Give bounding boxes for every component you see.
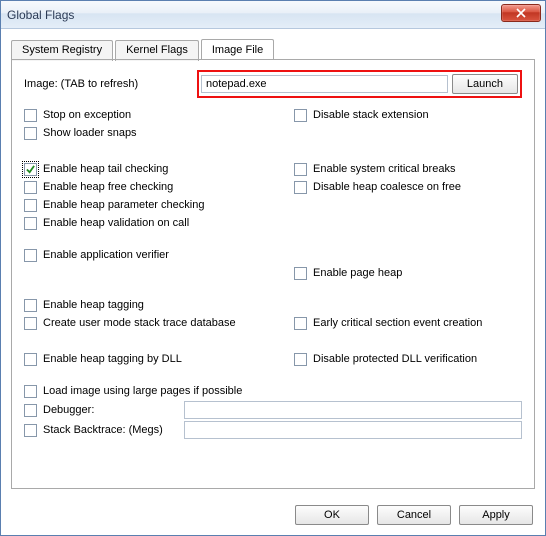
lbl-stack-backtrace: Stack Backtrace: (Megs) xyxy=(43,424,163,436)
tab-panel-image-file: Image: (TAB to refresh) Launch Stop on e… xyxy=(11,59,535,489)
cb-disable-stack-extension[interactable] xyxy=(294,109,307,122)
lbl-disable-heap-coalesce-on-free: Disable heap coalesce on free xyxy=(313,181,461,193)
lbl-enable-heap-parameter-checking: Enable heap parameter checking xyxy=(43,199,204,211)
cb-enable-heap-free-checking[interactable] xyxy=(24,181,37,194)
lbl-disable-protected-dll-verification: Disable protected DLL verification xyxy=(313,353,477,365)
cb-enable-heap-tagging[interactable] xyxy=(24,299,37,312)
cb-enable-heap-parameter-checking[interactable] xyxy=(24,199,37,212)
image-row: Image: (TAB to refresh) Launch xyxy=(24,70,522,98)
lbl-enable-heap-validation-on-call: Enable heap validation on call xyxy=(43,217,189,229)
lbl-early-critical-section-event-creation: Early critical section event creation xyxy=(313,317,482,329)
debugger-input[interactable] xyxy=(184,401,522,419)
lbl-create-user-mode-stack-trace-db: Create user mode stack trace database xyxy=(43,317,236,329)
image-highlight: Launch xyxy=(197,70,522,98)
lbl-stop-on-exception: Stop on exception xyxy=(43,109,131,121)
cb-stop-on-exception[interactable] xyxy=(24,109,37,122)
cb-early-critical-section-event-creation[interactable] xyxy=(294,317,307,330)
titlebar: Global Flags xyxy=(1,1,545,29)
lbl-load-image-large-pages: Load image using large pages if possible xyxy=(43,385,242,397)
lbl-enable-application-verifier: Enable application verifier xyxy=(43,249,169,261)
lbl-enable-heap-free-checking: Enable heap free checking xyxy=(43,181,173,193)
image-input[interactable] xyxy=(201,75,448,93)
tab-kernel-flags[interactable]: Kernel Flags xyxy=(115,40,199,61)
lbl-enable-page-heap: Enable page heap xyxy=(313,267,402,279)
close-icon xyxy=(516,8,526,18)
cb-show-loader-snaps[interactable] xyxy=(24,127,37,140)
ok-button[interactable]: OK xyxy=(295,505,369,525)
cb-enable-system-critical-breaks[interactable] xyxy=(294,163,307,176)
cb-enable-heap-validation-on-call[interactable] xyxy=(24,217,37,230)
cb-stack-backtrace[interactable] xyxy=(24,424,37,437)
cb-enable-heap-tail-checking[interactable] xyxy=(24,163,37,176)
close-button[interactable] xyxy=(501,4,541,22)
cb-disable-protected-dll-verification[interactable] xyxy=(294,353,307,366)
lbl-enable-heap-tagging-by-dll: Enable heap tagging by DLL xyxy=(43,353,182,365)
lbl-disable-stack-extension: Disable stack extension xyxy=(313,109,429,121)
cb-debugger[interactable] xyxy=(24,404,37,417)
cb-load-image-large-pages[interactable] xyxy=(24,385,37,398)
dialog-buttons: OK Cancel Apply xyxy=(295,505,533,525)
cb-create-user-mode-stack-trace-db[interactable] xyxy=(24,317,37,330)
window-body: System Registry Kernel Flags Image File … xyxy=(1,29,545,495)
cb-enable-page-heap[interactable] xyxy=(294,267,307,280)
lbl-debugger: Debugger: xyxy=(43,404,94,416)
stack-backtrace-input[interactable] xyxy=(184,421,522,439)
lbl-show-loader-snaps: Show loader snaps xyxy=(43,127,137,139)
tab-system-registry[interactable]: System Registry xyxy=(11,40,113,61)
launch-button[interactable]: Launch xyxy=(452,74,518,94)
global-flags-window: Global Flags System Registry Kernel Flag… xyxy=(0,0,546,536)
window-title: Global Flags xyxy=(7,8,74,22)
tab-strip: System Registry Kernel Flags Image File xyxy=(11,39,535,60)
cb-disable-heap-coalesce-on-free[interactable] xyxy=(294,181,307,194)
apply-button[interactable]: Apply xyxy=(459,505,533,525)
lbl-enable-system-critical-breaks: Enable system critical breaks xyxy=(313,163,455,175)
cancel-button[interactable]: Cancel xyxy=(377,505,451,525)
image-label: Image: (TAB to refresh) xyxy=(24,78,197,90)
lbl-enable-heap-tagging: Enable heap tagging xyxy=(43,299,144,311)
cb-enable-application-verifier[interactable] xyxy=(24,249,37,262)
lbl-enable-heap-tail-checking: Enable heap tail checking xyxy=(43,163,168,175)
cb-enable-heap-tagging-by-dll[interactable] xyxy=(24,353,37,366)
tab-image-file[interactable]: Image File xyxy=(201,39,274,60)
